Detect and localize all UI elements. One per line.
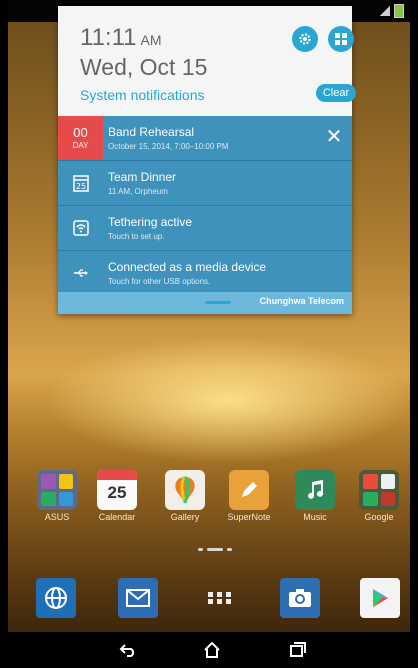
drag-handle[interactable] xyxy=(205,301,231,304)
notification-subtitle: Touch for other USB options. xyxy=(108,277,211,286)
notification-subtitle: 11 AM, Orpheum xyxy=(108,187,168,196)
shade-header: 11:11 AM Wed, Oct 15 System notifications… xyxy=(58,6,356,116)
browser-icon[interactable] xyxy=(36,578,76,618)
email-icon[interactable] xyxy=(118,578,158,618)
calendar-app-icon: 25 xyxy=(97,470,137,510)
music-icon xyxy=(295,470,335,510)
home-icon[interactable] xyxy=(202,640,222,660)
app-music[interactable]: Music xyxy=(286,470,344,522)
app-supernote[interactable]: SuperNote xyxy=(220,470,278,522)
signal-icon xyxy=(380,6,390,16)
recent-apps-icon[interactable] xyxy=(288,640,308,660)
play-store-icon[interactable] xyxy=(360,578,400,618)
navigation-bar xyxy=(8,632,410,668)
back-icon[interactable] xyxy=(118,640,138,660)
google-folder-icon xyxy=(359,470,399,510)
calendar-icon: 25 xyxy=(58,161,103,205)
notification-subtitle: Touch to set up. xyxy=(108,232,165,241)
notification-title: Tethering active xyxy=(108,215,193,229)
settings-icon[interactable] xyxy=(292,26,318,52)
usb-icon xyxy=(58,251,103,295)
system-notifications-link[interactable]: System notifications xyxy=(80,87,205,103)
app-label: Google xyxy=(364,512,394,522)
app-label: SuperNote xyxy=(227,512,271,522)
supernote-icon xyxy=(229,470,269,510)
day-countdown-icon: 00 DAY xyxy=(58,116,103,160)
app-label: Calendar xyxy=(98,512,136,522)
carrier-label: Chunghwa Telecom xyxy=(259,296,344,306)
asus-folder-icon xyxy=(37,470,77,510)
wifi-hotspot-icon xyxy=(58,206,103,250)
app-asus[interactable]: ASUS xyxy=(28,470,86,522)
camera-icon[interactable] xyxy=(280,578,320,618)
gallery-icon xyxy=(165,470,205,510)
screen: ASUS 25 Calendar Gallery SuperNote Music… xyxy=(8,0,410,668)
app-drawer-icon[interactable] xyxy=(200,578,240,618)
notification-item[interactable]: 00 DAY Band Rehearsal October 15, 2014, … xyxy=(58,116,352,161)
clock: 11:11 AM xyxy=(80,24,162,51)
app-calendar[interactable]: 25 Calendar xyxy=(88,470,146,522)
notification-item[interactable]: Tethering active Touch to set up. xyxy=(58,206,352,251)
app-google[interactable]: Google xyxy=(350,470,408,522)
notification-title: Team Dinner xyxy=(108,170,177,184)
notification-item[interactable]: Connected as a media device Touch for ot… xyxy=(58,251,352,295)
notification-shade: 11:11 AM Wed, Oct 15 System notifications… xyxy=(58,6,356,314)
app-label: Music xyxy=(303,512,327,522)
battery-icon xyxy=(394,4,404,18)
svg-text:25: 25 xyxy=(75,182,85,191)
app-label: ASUS xyxy=(44,512,70,522)
notification-title: Connected as a media device xyxy=(108,260,267,274)
app-label: Gallery xyxy=(170,512,200,522)
clear-button[interactable]: Clear xyxy=(316,84,356,102)
close-icon[interactable]: ✕ xyxy=(324,124,344,148)
notification-subtitle: October 15, 2014, 7:00–10:00 PM xyxy=(108,142,229,151)
app-gallery[interactable]: Gallery xyxy=(156,470,214,522)
notification-title: Band Rehearsal xyxy=(108,125,195,139)
dock xyxy=(8,572,410,632)
notification-item[interactable]: 25 Team Dinner 11 AM, Orpheum xyxy=(58,161,352,206)
date-label: Wed, Oct 15 xyxy=(80,54,208,80)
page-indicator xyxy=(198,548,232,551)
shade-footer: Chunghwa Telecom xyxy=(58,292,352,314)
quick-settings-icon[interactable] xyxy=(328,26,354,52)
